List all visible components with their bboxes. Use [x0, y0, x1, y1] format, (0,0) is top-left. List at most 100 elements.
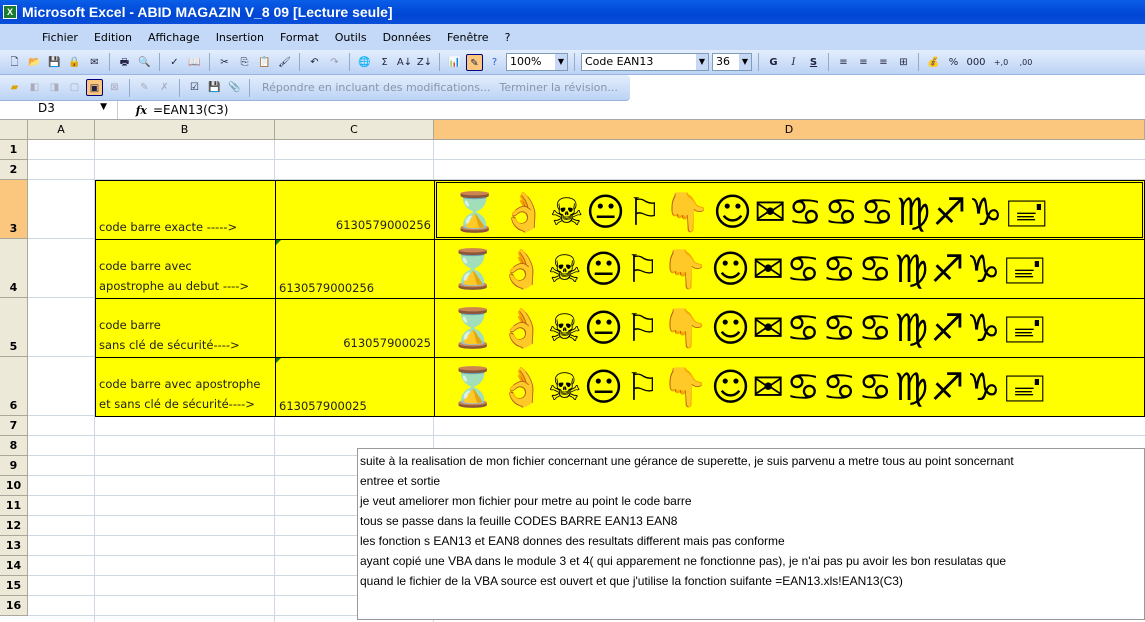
- column-header-c[interactable]: C: [275, 120, 434, 140]
- row-header-7[interactable]: 7: [0, 416, 28, 436]
- menu-insertion[interactable]: Insertion: [208, 31, 272, 44]
- menu-fenetre[interactable]: Fenêtre: [439, 31, 497, 44]
- help-icon[interactable]: ?: [486, 54, 503, 71]
- text-box[interactable]: suite à la realisation de mon fichier co…: [357, 448, 1145, 620]
- cell-c3[interactable]: 6130579000256: [275, 180, 435, 240]
- row-header-15[interactable]: 15: [0, 576, 28, 596]
- cell-b3[interactable]: code barre exacte ----->: [95, 180, 276, 240]
- attach-icon[interactable]: 📎: [226, 79, 243, 96]
- show-comment-icon[interactable]: ▢: [66, 79, 83, 96]
- cell-d5-barcode[interactable]: ⌛👌☠😐⚐👇☺✉♋♋♋♍♐♑🖃: [434, 298, 1145, 358]
- email-icon[interactable]: ✉: [86, 54, 103, 71]
- align-left-icon[interactable]: ≡: [835, 54, 852, 71]
- format-painter-icon[interactable]: 🖌: [276, 54, 293, 71]
- column-header-b[interactable]: B: [95, 120, 275, 140]
- new-icon[interactable]: 🗋: [6, 54, 23, 71]
- fx-icon[interactable]: fx: [118, 104, 153, 117]
- row-header-5[interactable]: 5: [0, 298, 28, 357]
- row-header-3[interactable]: 3: [0, 180, 28, 239]
- row-header-9[interactable]: 9: [0, 456, 28, 476]
- spelling-icon[interactable]: ✓: [166, 54, 183, 71]
- row-header-14[interactable]: 14: [0, 556, 28, 576]
- column-header-d[interactable]: D: [434, 120, 1145, 140]
- italic-button[interactable]: I: [785, 54, 802, 71]
- error-indicator-icon[interactable]: [276, 240, 281, 245]
- redo-icon[interactable]: ↷: [326, 54, 343, 71]
- open-icon[interactable]: 📂: [26, 54, 43, 71]
- sort-asc-icon[interactable]: A↓: [396, 54, 413, 71]
- menu-outils[interactable]: Outils: [327, 31, 375, 44]
- menu-affichage[interactable]: Affichage: [140, 31, 208, 44]
- align-center-icon[interactable]: ≡: [855, 54, 872, 71]
- menu-edition[interactable]: Edition: [86, 31, 140, 44]
- chevron-down-icon: ▼: [739, 54, 751, 70]
- row-header-13[interactable]: 13: [0, 536, 28, 556]
- sort-desc-icon[interactable]: Z↓: [416, 54, 433, 71]
- row-header-8[interactable]: 8: [0, 436, 28, 456]
- zoom-select[interactable]: 100% ▼: [506, 53, 568, 71]
- permission-icon[interactable]: 🔒: [66, 54, 83, 71]
- cell-d4-barcode[interactable]: ⌛👌☠😐⚐👇☺✉♋♋♋♍♐♑🖃: [434, 239, 1145, 299]
- cell-b6[interactable]: code barre avec apostrophe et sans clé de…: [95, 357, 276, 417]
- folder-icon[interactable]: ▰: [6, 79, 23, 96]
- copy-icon[interactable]: ⎘: [236, 54, 253, 71]
- menu-format[interactable]: Format: [272, 31, 327, 44]
- row-header-12[interactable]: 12: [0, 516, 28, 536]
- review-icon[interactable]: ☑: [186, 79, 203, 96]
- hyperlink-icon[interactable]: 🌐: [356, 54, 373, 71]
- previous-comment-icon[interactable]: ◧: [26, 79, 43, 96]
- row-header-2[interactable]: 2: [0, 160, 28, 180]
- undo-icon[interactable]: ↶: [306, 54, 323, 71]
- research-icon[interactable]: 📖: [186, 54, 203, 71]
- column-header-a[interactable]: A: [28, 120, 95, 140]
- paste-icon[interactable]: 📋: [256, 54, 273, 71]
- cell-b5[interactable]: code barre sans clé de sécurité---->: [95, 298, 276, 358]
- save-version-icon[interactable]: 💾: [206, 79, 223, 96]
- menu-donnees[interactable]: Données: [375, 31, 439, 44]
- row-header-6[interactable]: 6: [0, 357, 28, 416]
- drawing-icon[interactable]: ✎: [466, 53, 483, 71]
- cell-b4[interactable]: code barre avec apostrophe au debut ---->: [95, 239, 276, 299]
- next-comment-icon[interactable]: ◨: [46, 79, 63, 96]
- align-right-icon[interactable]: ≡: [875, 54, 892, 71]
- increase-decimal-button[interactable]: +,0: [990, 54, 1012, 71]
- formula-input[interactable]: =EAN13(C3): [153, 103, 228, 117]
- thousands-button[interactable]: 000: [965, 54, 987, 71]
- row-header-10[interactable]: 10: [0, 476, 28, 496]
- decrease-decimal-button[interactable]: ,00: [1015, 54, 1037, 71]
- print-icon[interactable]: 🖶: [116, 54, 133, 71]
- font-size-select[interactable]: 36 ▼: [712, 53, 752, 71]
- font-select[interactable]: Code EAN13 ▼: [581, 53, 709, 71]
- error-indicator-icon[interactable]: [276, 358, 281, 363]
- cell-d6-barcode[interactable]: ⌛👌☠😐⚐👇☺✉♋♋♋♍♐♑🖃: [434, 357, 1145, 417]
- cell-d3-barcode[interactable]: ⌛👌☠😐⚐👇☺✉♋♋♋♍♐♑🖃: [434, 180, 1145, 240]
- save-icon[interactable]: 💾: [46, 54, 63, 71]
- underline-button[interactable]: S: [805, 54, 822, 71]
- percent-button[interactable]: %: [945, 54, 962, 71]
- menu-fichier[interactable]: Fichier: [34, 31, 86, 44]
- currency-icon[interactable]: 💰: [925, 54, 942, 71]
- row-header-4[interactable]: 4: [0, 239, 28, 298]
- print-preview-icon[interactable]: 🔍: [136, 54, 153, 71]
- menu-help[interactable]: ?: [497, 31, 519, 44]
- end-review-button[interactable]: Terminer la révision...: [499, 81, 617, 94]
- row-header-11[interactable]: 11: [0, 496, 28, 516]
- select-all-corner[interactable]: [0, 120, 28, 140]
- row-header-1[interactable]: 1: [0, 140, 28, 160]
- cell-c4[interactable]: 6130579000256: [275, 239, 435, 299]
- name-box[interactable]: D3 ▼: [0, 101, 118, 119]
- reply-with-changes-button[interactable]: Répondre en incluant des modifications..…: [256, 81, 496, 94]
- chart-wizard-icon[interactable]: 📊: [446, 54, 463, 71]
- show-all-comments-icon[interactable]: ▣: [86, 79, 103, 96]
- reject-icon[interactable]: ✗: [156, 79, 173, 96]
- cut-icon[interactable]: ✂: [216, 54, 233, 71]
- track-changes-icon[interactable]: ✎: [136, 79, 153, 96]
- merge-center-icon[interactable]: ⊞: [895, 54, 912, 71]
- standard-toolbar: 🗋 📂 💾 🔒 ✉ 🖶 🔍 ✓ 📖 ✂ ⎘ 📋 🖌 ↶ ↷ 🌐 Σ A↓ Z↓ …: [0, 50, 1145, 75]
- cell-c5[interactable]: 613057900025: [275, 298, 435, 358]
- autosum-icon[interactable]: Σ: [376, 54, 393, 71]
- row-header-16[interactable]: 16: [0, 596, 28, 616]
- delete-comment-icon[interactable]: ⊠: [106, 79, 123, 96]
- cell-c6[interactable]: 613057900025: [275, 357, 435, 417]
- bold-button[interactable]: G: [765, 54, 782, 71]
